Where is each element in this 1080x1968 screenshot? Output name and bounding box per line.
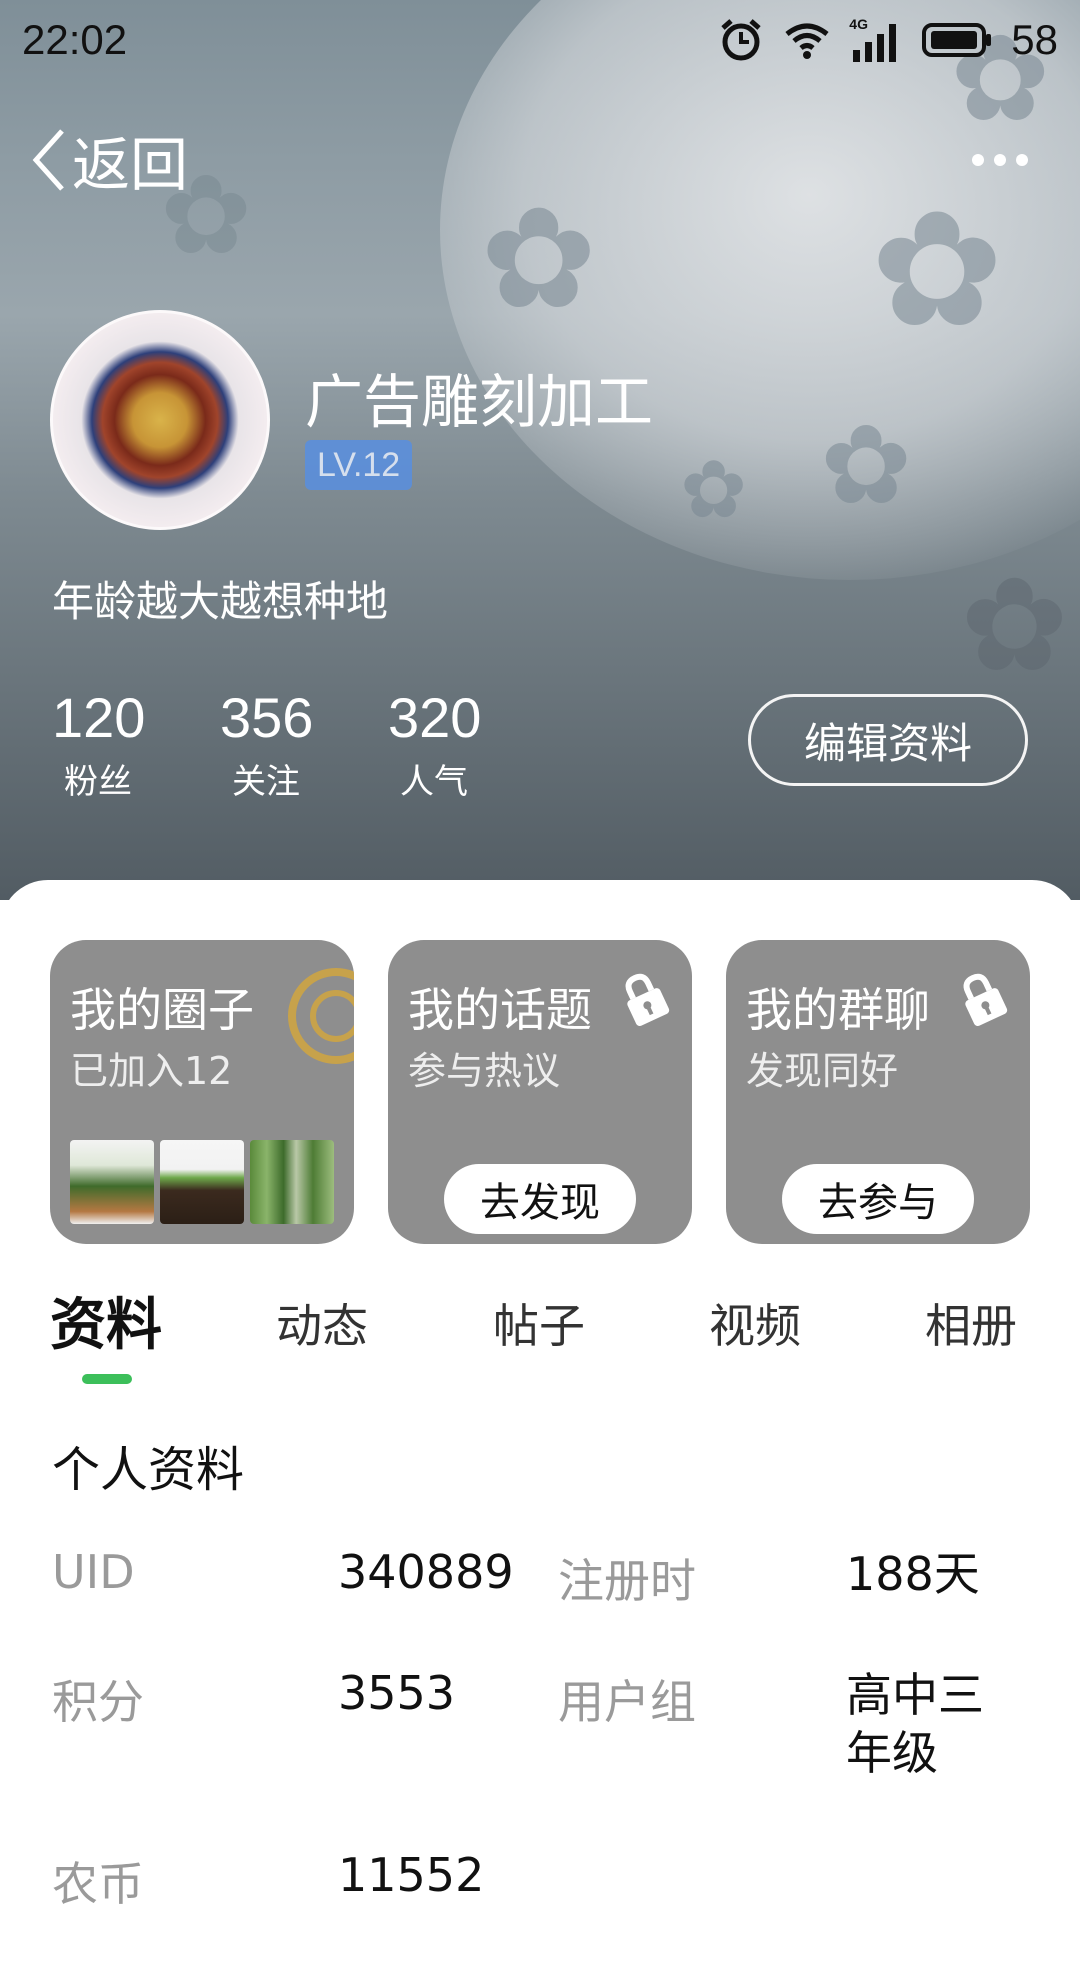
lock-icon — [625, 973, 670, 1027]
stats-row: 120 粉丝 356 关注 320 人气 — [52, 688, 556, 803]
card-title: 我的圈子 — [70, 983, 254, 1037]
avatar[interactable] — [50, 310, 270, 530]
flower-decoration: ✿ — [960, 549, 1069, 701]
bonsai-thumbnail[interactable] — [70, 1140, 154, 1224]
card-subtitle: 已加入12 — [70, 1049, 233, 1093]
tab-activity[interactable]: 动态 — [276, 1290, 368, 1356]
stat-popularity[interactable]: 320 人气 — [388, 688, 556, 803]
info-row-points: 积分 3553 用户组 高中三年级 — [52, 1666, 1032, 1786]
info-value: 高中三年级 — [846, 1668, 984, 1780]
info-row-coins: 农币 11552 — [52, 1848, 1032, 1968]
section-title: 个人资料 — [52, 1442, 245, 1498]
user-nickname: 广告雕刻加工 — [305, 368, 654, 436]
info-key: 用户组 — [558, 1675, 696, 1729]
card-my-topics[interactable]: 我的话题 参与热议 去发现 — [388, 940, 692, 1244]
back-button[interactable]: 返回 — [30, 110, 188, 210]
flower-decoration: ✿ — [870, 176, 1005, 363]
info-key: 注册时 — [558, 1554, 696, 1608]
card-title: 我的话题 — [408, 983, 592, 1037]
more-button[interactable] — [950, 130, 1050, 190]
profile-tabs: 资料 动态 帖子 视频 相册 — [50, 1280, 1030, 1384]
card-subtitle: 发现同好 — [746, 1049, 899, 1093]
stat-value: 356 — [220, 686, 314, 749]
info-key: UID — [52, 1545, 135, 1599]
card-my-circles[interactable]: 我的圈子 已加入12 — [50, 940, 354, 1244]
profile-header-background: ✿ ✿ ✿ ✿ ✿ ✿ ✿ 22:02 4G 58 返回 广告雕刻加工 LV.1… — [0, 0, 1080, 900]
battery-level: 58 — [1011, 16, 1058, 63]
status-bar: 22:02 4G 58 — [0, 0, 1080, 80]
lock-icon — [963, 973, 1008, 1027]
stat-following[interactable]: 356 关注 — [220, 688, 388, 803]
discover-button[interactable]: 去发现 — [444, 1164, 636, 1234]
tab-posts[interactable]: 帖子 — [493, 1290, 585, 1356]
stat-followers[interactable]: 120 粉丝 — [52, 688, 220, 803]
top-nav: 返回 — [0, 110, 1080, 210]
stat-value: 120 — [52, 686, 146, 749]
active-tab-indicator — [82, 1374, 132, 1384]
user-bio: 年龄越大越想种地 — [52, 577, 389, 626]
flower-decoration: ✿ — [820, 401, 913, 529]
info-row-uid: UID 340889 注册时 188天 — [52, 1545, 1032, 1665]
chevron-left-icon — [32, 129, 64, 191]
join-button[interactable]: 去参与 — [782, 1164, 974, 1234]
info-key: 积分 — [52, 1675, 144, 1729]
content-sheet: 我的圈子 已加入12 我的话题 参与热议 去发现 我的群聊 发现同好 去参与 资… — [0, 880, 1080, 1920]
stat-value: 320 — [388, 686, 482, 749]
stat-label: 粉丝 — [64, 762, 132, 802]
card-title: 我的群聊 — [746, 983, 930, 1037]
card-subtitle: 参与热议 — [408, 1049, 561, 1093]
status-icons: 4G 58 — [717, 16, 1058, 64]
circle-thumbnails — [70, 1140, 334, 1224]
edit-profile-button[interactable]: 编辑资料 — [748, 694, 1028, 786]
tab-videos[interactable]: 视频 — [709, 1290, 801, 1356]
info-value: 340889 — [338, 1545, 514, 1599]
status-time: 22:02 — [22, 16, 128, 63]
tab-profile-info[interactable]: 资料 — [50, 1280, 162, 1361]
stat-label: 关注 — [232, 762, 300, 802]
info-value: 188天 — [846, 1547, 980, 1601]
info-key: 农币 — [52, 1857, 144, 1911]
flower-decoration: ✿ — [680, 443, 748, 536]
stat-label: 人气 — [400, 762, 468, 802]
orchard-thumbnail[interactable] — [250, 1140, 334, 1224]
network-type-label: 4G — [849, 16, 868, 32]
flower-decoration: ✿ — [480, 178, 598, 341]
battery-icon — [922, 23, 992, 57]
level-badge: LV.12 — [305, 440, 413, 490]
wifi-icon — [785, 23, 829, 59]
info-value: 11552 — [338, 1848, 485, 1902]
back-label: 返回 — [72, 131, 189, 199]
feature-cards: 我的圈子 已加入12 我的话题 参与热议 去发现 我的群聊 发现同好 去参与 — [50, 940, 1030, 1244]
circle-ring-icon — [288, 968, 354, 1064]
seedling-thumbnail[interactable] — [160, 1140, 244, 1224]
card-my-groups[interactable]: 我的群聊 发现同好 去参与 — [726, 940, 1030, 1244]
alarm-icon — [721, 19, 761, 61]
tab-albums[interactable]: 相册 — [925, 1290, 1017, 1356]
more-dots-icon — [972, 154, 984, 166]
cellular-signal-icon: 4G — [849, 16, 903, 62]
info-value: 3553 — [338, 1666, 456, 1720]
